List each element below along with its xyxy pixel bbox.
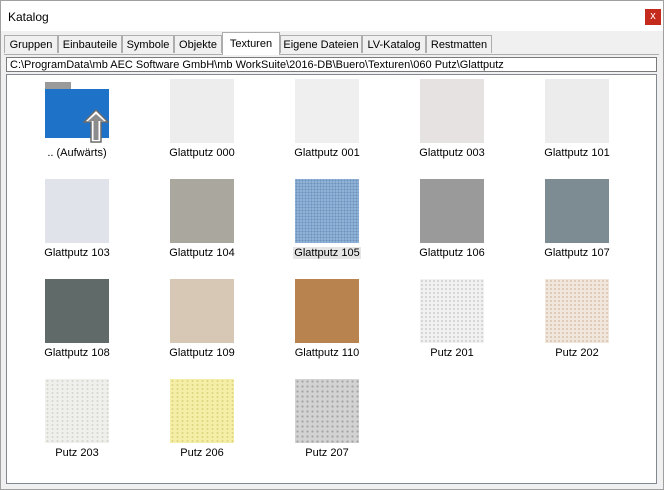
texture-thumbnail <box>295 279 359 343</box>
item-label: Putz 206 <box>180 447 224 459</box>
title-bar[interactable]: Katalog x <box>1 1 663 31</box>
texture-thumbnail <box>45 279 109 343</box>
item-label: Glattputz 103 <box>44 247 110 259</box>
window-title: Katalog <box>8 10 49 24</box>
texture-thumbnail <box>420 79 484 143</box>
texture-item[interactable]: Glattputz 003 <box>397 75 507 165</box>
texture-item[interactable]: Putz 201 <box>397 275 507 365</box>
texture-item[interactable]: Glattputz 103 <box>22 175 132 265</box>
texture-item[interactable]: Glattputz 108 <box>22 275 132 365</box>
texture-thumbnail <box>295 179 359 243</box>
texture-thumbnail <box>545 279 609 343</box>
close-button[interactable]: x <box>645 9 661 25</box>
item-label: Glattputz 101 <box>544 147 610 159</box>
texture-thumbnail <box>45 379 109 443</box>
item-label: Putz 203 <box>55 447 99 459</box>
texture-thumbnail <box>420 279 484 343</box>
tab-einbauteile[interactable]: Einbauteile <box>58 35 122 53</box>
tab-lv-katalog[interactable]: LV-Katalog <box>362 35 426 53</box>
texture-thumbnail <box>45 179 109 243</box>
tab-symbole[interactable]: Symbole <box>122 35 174 53</box>
item-label: Glattputz 003 <box>419 147 485 159</box>
item-label: Glattputz 107 <box>544 247 610 259</box>
texture-item[interactable]: Glattputz 104 <box>147 175 257 265</box>
texture-thumbnail <box>170 379 234 443</box>
texture-item[interactable]: Glattputz 109 <box>147 275 257 365</box>
texture-item[interactable]: Glattputz 001 <box>272 75 382 165</box>
catalog-window: Katalog x Gruppen Einbauteile Symbole Ob… <box>0 0 664 490</box>
item-label: Glattputz 108 <box>44 347 110 359</box>
texture-item[interactable]: Glattputz 106 <box>397 175 507 265</box>
tab-divider <box>4 54 659 55</box>
texture-item[interactable]: Glattputz 110 <box>272 275 382 365</box>
tab-eigene-dateien[interactable]: Eigene Dateien <box>280 35 362 53</box>
texture-thumbnail <box>420 179 484 243</box>
path-field[interactable]: C:\ProgramData\mb AEC Software GmbH\mb W… <box>6 57 657 72</box>
texture-thumbnail <box>295 79 359 143</box>
item-label: Putz 202 <box>555 347 599 359</box>
item-label: Glattputz 109 <box>169 347 235 359</box>
item-label: Putz 201 <box>430 347 474 359</box>
item-label: Putz 207 <box>305 447 349 459</box>
texture-item[interactable]: Putz 207 <box>272 375 382 465</box>
texture-item-selected[interactable]: Glattputz 105 <box>272 175 382 265</box>
texture-item[interactable]: Putz 202 <box>522 275 632 365</box>
item-label: Glattputz 110 <box>294 347 360 359</box>
tab-strip: Gruppen Einbauteile Symbole Objekte Text… <box>4 32 659 55</box>
tab-texturen[interactable]: Texturen <box>222 32 280 55</box>
texture-grid[interactable]: .. (Aufwärts) Glattputz 000 Glattputz 00… <box>6 74 657 484</box>
texture-thumbnail <box>545 79 609 143</box>
item-label: Glattputz 104 <box>169 247 235 259</box>
texture-thumbnail <box>295 379 359 443</box>
texture-thumbnail <box>170 279 234 343</box>
item-label: Glattputz 105 <box>293 247 361 259</box>
item-label: Glattputz 000 <box>169 147 235 159</box>
texture-item[interactable]: Putz 206 <box>147 375 257 465</box>
texture-item[interactable]: Putz 203 <box>22 375 132 465</box>
folder-up-icon <box>45 79 109 143</box>
item-label: Glattputz 106 <box>419 247 485 259</box>
tab-gruppen[interactable]: Gruppen <box>4 35 58 53</box>
tab-objekte[interactable]: Objekte <box>174 35 222 53</box>
texture-item[interactable]: Glattputz 107 <box>522 175 632 265</box>
item-label: .. (Aufwärts) <box>47 147 107 159</box>
texture-thumbnail <box>170 79 234 143</box>
texture-item[interactable]: Glattputz 000 <box>147 75 257 165</box>
tab-restmatten[interactable]: Restmatten <box>426 35 492 53</box>
folder-up-item[interactable]: .. (Aufwärts) <box>22 75 132 165</box>
texture-item[interactable]: Glattputz 101 <box>522 75 632 165</box>
texture-thumbnail <box>170 179 234 243</box>
texture-thumbnail <box>545 179 609 243</box>
item-label: Glattputz 001 <box>294 147 360 159</box>
